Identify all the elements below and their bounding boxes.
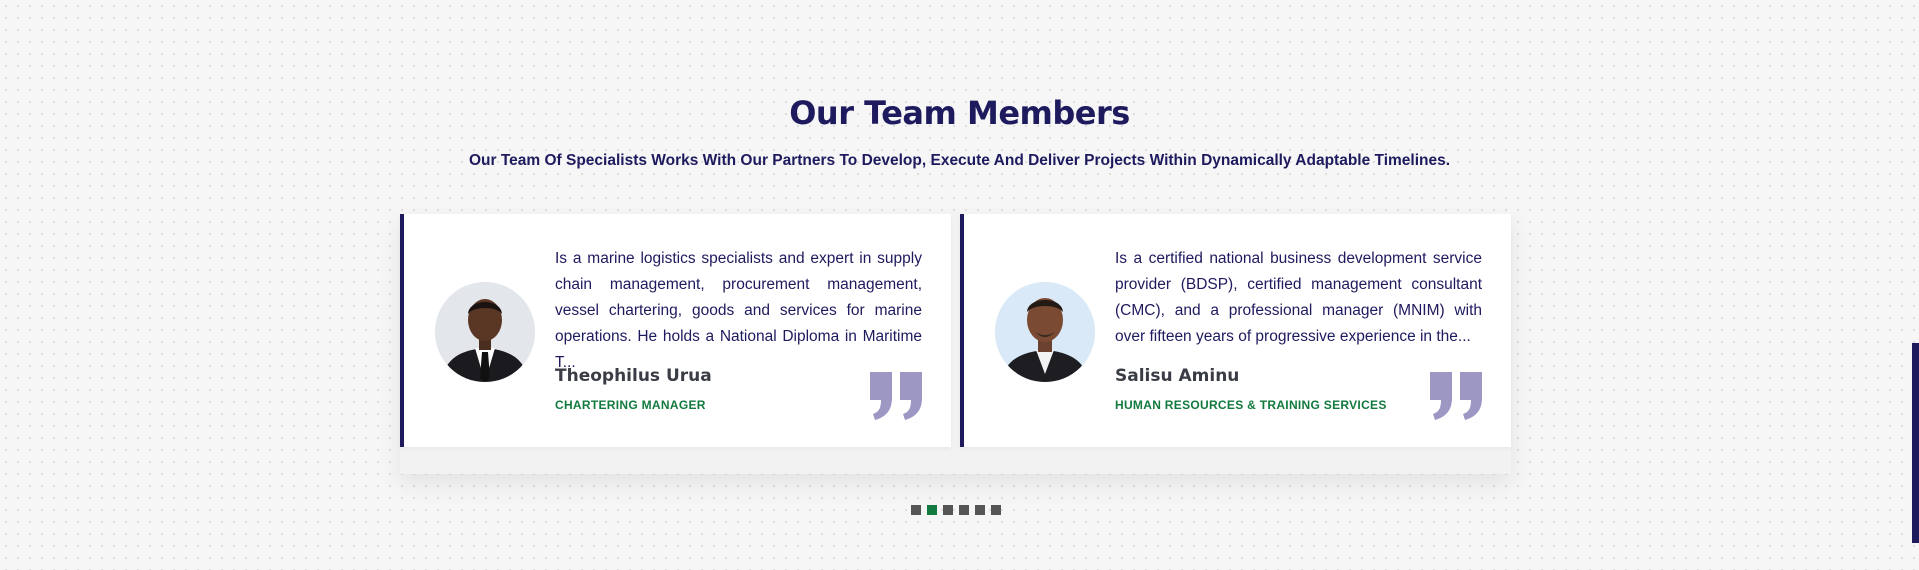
avatar-photo <box>435 282 535 382</box>
carousel-pagination <box>911 505 1001 515</box>
carousel-dot-5[interactable] <box>975 505 985 515</box>
member-role: HUMAN RESOURCES & TRAINING SERVICES <box>1115 398 1387 412</box>
avatar-photo <box>995 282 1095 382</box>
carousel-dot-1[interactable] <box>911 505 921 515</box>
member-role: CHARTERING MANAGER <box>555 398 706 412</box>
quote-mark-icon <box>1430 372 1482 420</box>
carousel-dot-6[interactable] <box>991 505 1001 515</box>
carousel-dot-2[interactable] <box>927 505 937 515</box>
carousel-dot-3[interactable] <box>943 505 953 515</box>
carousel-dot-4[interactable] <box>959 505 969 515</box>
section-subtitle: Our Team Of Specialists Works With Our P… <box>468 152 1451 169</box>
team-carousel[interactable]: Is a marine logistics specialists and ex… <box>400 214 1511 474</box>
side-accent-bar <box>1912 343 1919 543</box>
member-bio: Is a certified national business develop… <box>1115 250 1482 345</box>
member-bio: Is a marine logistics specialists and ex… <box>555 250 922 371</box>
section-title: Our Team Members <box>789 94 1130 132</box>
team-member-card: Is a marine logistics specialists and ex… <box>400 214 951 447</box>
member-name: Theophilus Urua <box>555 366 712 386</box>
team-member-card: Is a certified national business develop… <box>960 214 1511 447</box>
member-name: Salisu Aminu <box>1115 366 1240 386</box>
quote-mark-icon <box>870 372 922 420</box>
